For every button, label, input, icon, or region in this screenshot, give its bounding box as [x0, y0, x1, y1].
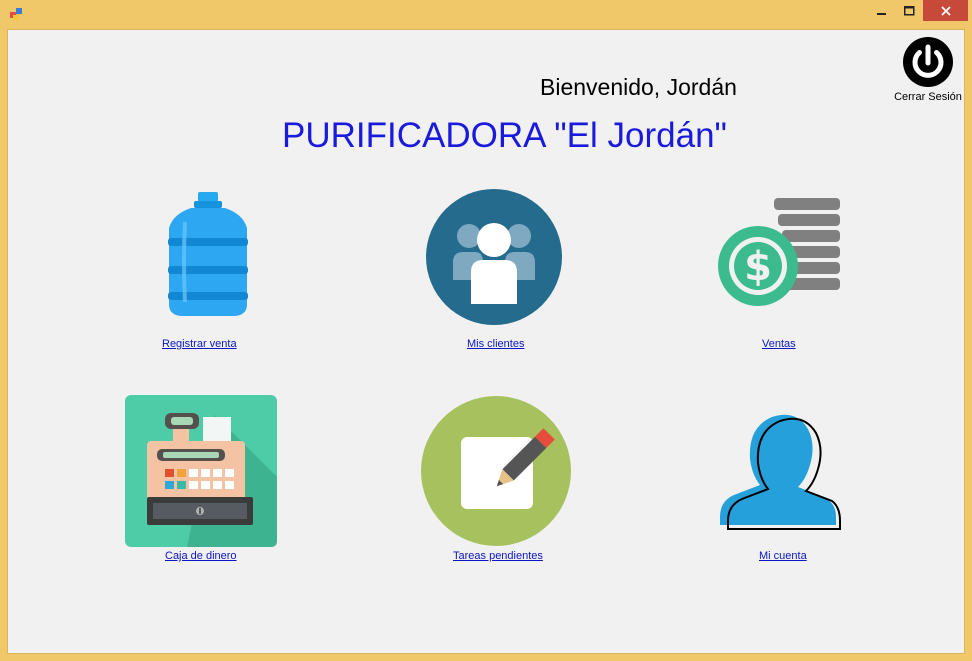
welcome-text: Bienvenido, Jordán — [540, 74, 737, 100]
close-icon — [940, 5, 951, 16]
tile-caja-de-dinero[interactable]: Caja de dinero — [125, 395, 277, 565]
water-jug-icon — [168, 192, 248, 316]
tile-label-registrar-venta[interactable]: Registrar venta — [162, 338, 237, 350]
minimize-icon — [877, 12, 886, 15]
tile-label-mi-cuenta[interactable]: Mi cuenta — [759, 550, 807, 562]
tile-ventas[interactable]: $ Ventas — [708, 188, 858, 353]
logout-button[interactable]: Cerrar Sesión — [892, 36, 964, 103]
tile-mis-clientes[interactable]: Mis clientes — [408, 188, 583, 353]
app-icon — [10, 8, 22, 20]
notepad-pencil-icon — [421, 396, 571, 546]
maximize-button[interactable] — [896, 0, 923, 21]
tile-label-mis-clientes[interactable]: Mis clientes — [467, 338, 524, 350]
tile-tareas-pendientes[interactable]: Tareas pendientes — [408, 395, 583, 565]
logout-label: Cerrar Sesión — [894, 91, 962, 103]
money-coins-icon: $ — [718, 198, 840, 306]
tile-label-tareas-pendientes[interactable]: Tareas pendientes — [453, 550, 543, 562]
maximize-icon — [904, 5, 915, 15]
tile-label-caja-de-dinero[interactable]: Caja de dinero — [165, 550, 237, 562]
tile-registrar-venta[interactable]: Registrar venta — [113, 188, 288, 353]
minimize-button[interactable] — [868, 0, 896, 21]
title-bar[interactable] — [0, 0, 972, 29]
svg-text:$: $ — [744, 244, 772, 290]
user-silhouette-icon — [720, 414, 841, 530]
page-title: PURIFICADORA "El Jordán" — [282, 116, 727, 155]
power-icon — [903, 37, 953, 87]
cash-register-icon — [125, 395, 277, 547]
users-icon — [426, 189, 562, 325]
main-panel: Bienvenido, Jordán PURIFICADORA "El Jord… — [7, 29, 965, 654]
close-button[interactable] — [923, 0, 968, 21]
tile-mi-cuenta[interactable]: Mi cuenta — [708, 395, 858, 565]
tile-label-ventas[interactable]: Ventas — [762, 338, 796, 350]
